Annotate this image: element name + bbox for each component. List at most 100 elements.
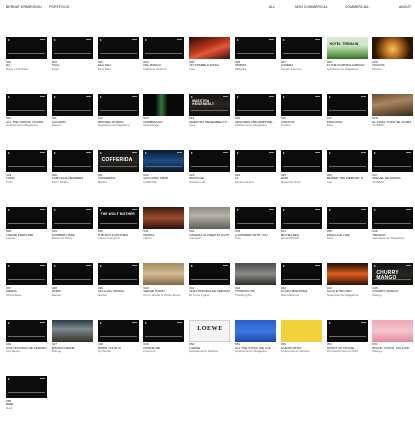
project-item[interactable]: 039 VILLA VAL MOSSA Marsel: [97, 263, 139, 320]
project-item[interactable]: 032 CAMARA CLOSER IN LIGHT Campari: [189, 206, 231, 264]
project-item[interactable]: 042 THINKING BU Thinking Bu: [234, 263, 276, 320]
volume-icon[interactable]: [40, 152, 45, 153]
progress-bar[interactable]: [53, 53, 91, 54]
progress-bar[interactable]: [8, 335, 45, 337]
progress-bar[interactable]: [236, 222, 274, 224]
project-item[interactable]: 018 EL FINAL TODO SE ACABA SOMMO: [372, 93, 414, 151]
project-item[interactable]: 023 PROTAGE Barcelo Lab: [189, 150, 231, 207]
volume-icon[interactable]: [406, 152, 412, 153]
volume-icon[interactable]: [40, 265, 45, 266]
project-item[interactable]: 022 VOLCANIC MIND CORONA: [143, 150, 185, 207]
volume-icon[interactable]: [314, 265, 320, 266]
video-thumbnail[interactable]: [6, 319, 47, 342]
video-thumbnail[interactable]: [280, 93, 322, 116]
video-thumbnail[interactable]: [143, 206, 185, 229]
play-icon[interactable]: [99, 39, 102, 41]
nav-about-link[interactable]: ABOUT: [399, 5, 411, 9]
progress-bar[interactable]: [8, 222, 45, 224]
play-icon[interactable]: [99, 321, 102, 324]
nav-commercial-link[interactable]: COMMERCIAL: [345, 5, 369, 9]
volume-icon[interactable]: [40, 208, 45, 210]
video-thumbnail[interactable]: [143, 37, 185, 59]
project-item[interactable]: 009 NOCIOS Marlee: [372, 37, 414, 94]
progress-bar[interactable]: [145, 53, 183, 54]
play-icon[interactable]: [53, 265, 56, 267]
progress-bar[interactable]: [8, 392, 45, 393]
progress-bar[interactable]: [236, 166, 274, 167]
volume-icon[interactable]: [85, 95, 91, 97]
play-icon[interactable]: [282, 39, 285, 41]
video-thumbnail[interactable]: [234, 37, 276, 59]
video-thumbnail[interactable]: [6, 37, 47, 59]
play-icon[interactable]: [236, 39, 239, 41]
video-thumbnail[interactable]: [326, 206, 368, 229]
video-thumbnail[interactable]: [280, 263, 322, 285]
play-icon[interactable]: [8, 208, 10, 211]
play-icon[interactable]: [145, 321, 148, 324]
play-icon[interactable]: [8, 39, 10, 41]
project-item[interactable]: 027 MIGUEL DE MAVAS SOMMO: [372, 150, 414, 207]
video-thumbnail[interactable]: [189, 37, 231, 59]
video-thumbnail[interactable]: [51, 93, 93, 116]
play-icon[interactable]: [236, 208, 239, 211]
volume-icon[interactable]: [131, 152, 137, 153]
volume-icon[interactable]: [360, 152, 366, 153]
play-icon[interactable]: [191, 265, 194, 267]
volume-icon[interactable]: [85, 39, 91, 40]
volume-icon[interactable]: [314, 152, 320, 153]
video-thumbnail[interactable]: [6, 263, 47, 285]
project-item[interactable]: 026 BEHIND THE MEMORY H... Cao: [326, 150, 368, 207]
play-icon[interactable]: [374, 152, 377, 154]
progress-bar[interactable]: [191, 279, 229, 280]
volume-icon[interactable]: [268, 95, 274, 97]
progress-bar[interactable]: [99, 53, 137, 54]
volume-icon[interactable]: [40, 39, 45, 40]
video-thumbnail[interactable]: [143, 93, 185, 116]
progress-bar[interactable]: [99, 166, 137, 167]
video-thumbnail[interactable]: [372, 319, 414, 342]
video-thumbnail[interactable]: [97, 263, 139, 285]
progress-bar[interactable]: [236, 53, 274, 54]
video-thumbnail[interactable]: CHURRY MANGO: [372, 263, 414, 285]
volume-icon[interactable]: [177, 321, 183, 323]
video-thumbnail[interactable]: [6, 376, 47, 398]
volume-icon[interactable]: [406, 208, 412, 210]
video-thumbnail[interactable]: HOTEL TREMAIN: [326, 37, 368, 59]
project-item[interactable]: 015 ORIGINES AND EMPTINESS Apartamento Mag…: [234, 93, 276, 151]
play-icon[interactable]: [145, 152, 148, 154]
progress-bar[interactable]: [328, 222, 366, 224]
project-item[interactable]: 029 SUMMER HAZE Massimo Dutti: [51, 206, 93, 264]
project-item[interactable]: 017 ZARA MAN Zara: [326, 93, 368, 151]
video-thumbnail[interactable]: [189, 263, 231, 285]
play-icon[interactable]: [236, 95, 239, 98]
project-item[interactable]: 028 LOEWE PERFUME Loewe: [6, 206, 47, 264]
video-thumbnail[interactable]: [280, 319, 322, 342]
video-thumbnail[interactable]: [97, 319, 139, 342]
progress-bar[interactable]: [53, 222, 91, 224]
video-thumbnail[interactable]: COFFERIDA: [97, 150, 139, 172]
video-thumbnail[interactable]: [143, 150, 185, 172]
video-thumbnail[interactable]: LOEWE: [189, 319, 231, 342]
progress-bar[interactable]: [53, 166, 91, 167]
project-item[interactable]: 055 REEL Reel: [6, 376, 47, 433]
project-item[interactable]: 024 L4 Ermina Arana: [234, 150, 276, 207]
video-thumbnail[interactable]: [234, 206, 276, 229]
video-thumbnail[interactable]: [372, 37, 414, 59]
progress-bar[interactable]: [236, 109, 274, 111]
project-item[interactable]: 047 MANGO DENIM Mango: [51, 319, 93, 377]
progress-bar[interactable]: [8, 166, 45, 167]
progress-bar[interactable]: [99, 109, 137, 111]
play-icon[interactable]: [328, 152, 331, 154]
project-item[interactable]: 051 ALL THE STUFF WE COLLECT Apartamento M…: [234, 319, 276, 377]
project-item[interactable]: 002 Thick Days: [51, 37, 93, 94]
project-item[interactable]: 031 MANSA Hanei: [143, 206, 185, 264]
volume-icon[interactable]: [177, 39, 183, 40]
video-thumbnail[interactable]: [6, 150, 47, 172]
video-thumbnail[interactable]: [51, 263, 93, 285]
volume-icon[interactable]: [131, 321, 137, 323]
volume-icon[interactable]: [360, 321, 366, 323]
project-item[interactable]: 035 ZARA LIVE LIFE Zara: [326, 206, 368, 264]
project-item[interactable]: 040 SERGE PIANO Form Studio & White Room: [143, 263, 185, 320]
progress-bar[interactable]: [328, 166, 366, 167]
play-icon[interactable]: [328, 321, 331, 324]
